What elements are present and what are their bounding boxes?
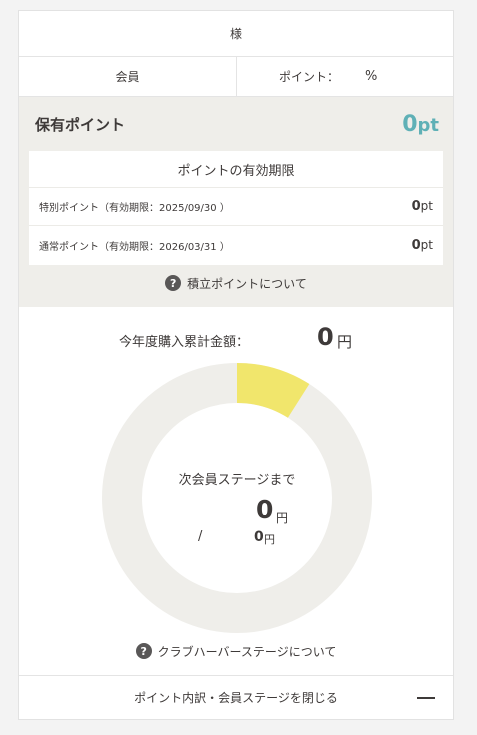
annual-total-value: 0 <box>317 323 334 351</box>
point-rate: ポイント： % <box>237 57 453 96</box>
expiry-item-label: 通常ポイント（有効期限：2026/03/31 ） <box>39 241 230 253</box>
points-number: 0 <box>402 111 418 137</box>
member-info-row: 会員 ポイント： % <box>19 57 453 97</box>
points-unit: pt <box>417 114 440 136</box>
points-help-link[interactable]: ? 積立ポイントについて <box>19 273 453 293</box>
points-help-text: 積立ポイントについて <box>187 276 307 291</box>
point-rate-unit: % <box>365 69 378 84</box>
expiry-title: ポイントの有効期限 <box>29 151 443 188</box>
minus-icon <box>417 697 435 699</box>
question-circle-icon: ? <box>135 643 152 659</box>
expiry-item-label: 特別ポイント（有効期限：2025/09/30 ） <box>39 203 230 214</box>
collapse-label: ポイント内訳・会員ステージを閉じる <box>134 691 338 705</box>
annual-total-unit: 円 <box>337 333 353 351</box>
stage-help-text: クラブハーバーステージについて <box>157 644 337 659</box>
expiry-item-amount: 0pt <box>411 199 433 214</box>
member-card: 様 会員 ポイント： % 保有ポイント 0pt ポイントの有効期限 特別ポイント… <box>18 10 454 720</box>
donut-center: 次会員ステージまで 0 円 / 0 円 <box>102 363 372 633</box>
points-value: 0pt <box>402 112 439 137</box>
remaining-value: 0 <box>256 495 274 524</box>
member-rank-label: 会員 <box>115 70 140 84</box>
target-value: 0 <box>254 529 264 545</box>
expiry-item-regular: 通常ポイント（有効期限：2026/03/31 ） 0pt <box>29 226 443 264</box>
question-circle-icon: ? <box>165 275 182 291</box>
stage-help-link[interactable]: ? クラブハーバーステージについて <box>19 641 453 661</box>
member-name-row: 様 <box>19 11 453 57</box>
points-header: 保有ポイント 0pt <box>35 105 439 143</box>
member-rank: 会員 <box>19 57 237 96</box>
expiry-item-amount: 0pt <box>411 237 433 253</box>
annual-total: 今年度購入累計金額： 0 円 <box>19 323 453 353</box>
points-label: 保有ポイント <box>35 115 126 134</box>
next-stage-label: 次会員ステージまで <box>178 473 296 488</box>
remaining-unit: 円 <box>276 511 289 525</box>
points-expiry-table: ポイントの有効期限 特別ポイント（有効期限：2025/09/30 ） 0pt 通… <box>29 151 443 265</box>
honorific: 様 <box>229 27 242 41</box>
points-panel: 保有ポイント 0pt ポイントの有効期限 特別ポイント（有効期限：2025/09… <box>19 97 453 307</box>
separator-slash: / <box>198 529 203 544</box>
target-unit: 円 <box>264 533 275 546</box>
expiry-item-special: 特別ポイント（有効期限：2025/09/30 ） 0pt <box>29 188 443 226</box>
annual-total-label: 今年度購入累計金額： <box>119 335 250 350</box>
collapse-button[interactable]: ポイント内訳・会員ステージを閉じる <box>19 675 453 719</box>
point-rate-label: ポイント： <box>279 70 340 84</box>
